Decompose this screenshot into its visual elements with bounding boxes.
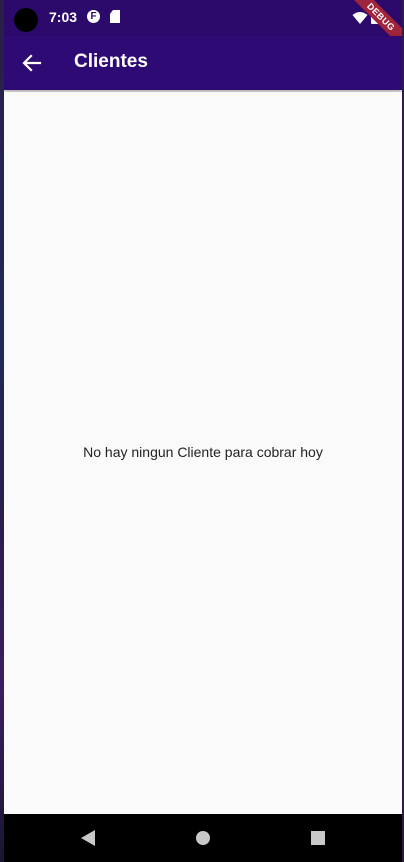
main-content: No hay ningun Cliente para cobrar hoy <box>4 92 402 814</box>
page-title: Clientes <box>74 51 148 72</box>
app-screen: 7:03 F DEBUG Clientes No hay ningun Clie… <box>4 0 402 862</box>
wifi-icon <box>352 12 368 24</box>
nav-back-button[interactable] <box>74 824 102 852</box>
nav-home-button[interactable] <box>189 824 217 852</box>
square-recents-icon <box>311 831 325 845</box>
circle-home-icon <box>196 831 210 845</box>
sd-card-icon <box>110 10 120 23</box>
device-frame: 7:03 F DEBUG Clientes No hay ningun Clie… <box>0 0 404 862</box>
arrow-back-icon <box>22 54 42 72</box>
camera-cutout <box>14 8 38 32</box>
status-time: 7:03 <box>49 9 78 25</box>
notification-f-icon: F <box>87 10 100 23</box>
nav-recents-button[interactable] <box>304 824 332 852</box>
status-bar: 7:03 F DEBUG <box>4 0 402 54</box>
triangle-back-icon <box>81 830 95 846</box>
system-nav-bar <box>4 814 402 862</box>
back-button[interactable] <box>16 47 48 79</box>
app-bar: Clientes <box>4 36 402 90</box>
empty-state-message: No hay ningun Cliente para cobrar hoy <box>83 444 323 460</box>
